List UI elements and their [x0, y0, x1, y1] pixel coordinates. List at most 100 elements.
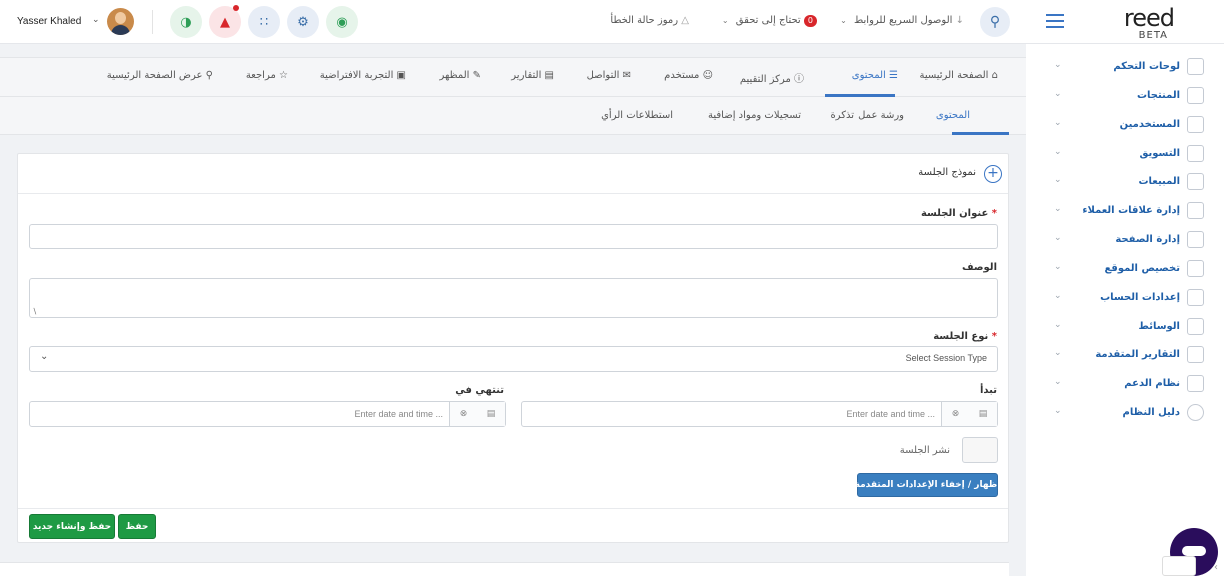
chevron-left-icon[interactable]: ‹ [1214, 562, 1218, 573]
tab-content[interactable]: ☰ المحتوى [852, 70, 898, 81]
widget-logo-icon[interactable] [1162, 556, 1196, 576]
avatar[interactable] [107, 8, 134, 35]
label-text: عنوان الجلسة [920, 208, 989, 219]
description-textarea[interactable]: ∖ [29, 278, 998, 318]
globe-icon[interactable]: ◉ [326, 6, 358, 38]
sidebar-item-label: المبيعات [1138, 176, 1181, 187]
sidebar-item-label: دليل النظام [1122, 407, 1180, 418]
start-datetime-input[interactable]: ▤ ⊗ Enter date and time ... [521, 401, 998, 427]
help-icon [1187, 404, 1204, 421]
box-icon [1187, 87, 1204, 104]
sidebar-item-sales[interactable]: المبيعات ⌄ [1026, 167, 1224, 196]
chevron-down-icon: ⌄ [840, 16, 847, 25]
tab-recordings[interactable]: تسجيلات ومواد إضافية [708, 110, 801, 121]
tab-polls[interactable]: استطلاعات الرأي [601, 110, 673, 121]
tab-view-homepage[interactable]: ⚲ عرض الصفحة الرئيسية [107, 70, 213, 81]
sidebar-item-label: المنتجات [1136, 90, 1180, 101]
chevron-down-icon: ⌄ [1054, 147, 1062, 157]
chevron-down-icon: ⌄ [1054, 175, 1062, 185]
quick-links-dropdown[interactable]: ↓ الوصول السريع للروابط ⌄ [840, 15, 964, 26]
sidebar-item-page-management[interactable]: إدارة الصفحة ⌄ [1026, 225, 1224, 254]
tab-ticket[interactable]: تذكرة [830, 110, 854, 121]
chevron-down-icon: ⌄ [721, 16, 729, 25]
session-title-input[interactable] [29, 224, 998, 249]
star-icon: ☆ [279, 70, 288, 81]
tab-reports[interactable]: ▤ التقارير [511, 70, 554, 81]
tab-label: التجربة الافتراضية [319, 70, 394, 81]
clear-icon[interactable]: ⊗ [449, 402, 477, 426]
tab-content-sub[interactable]: المحتوى [936, 110, 970, 121]
save-button[interactable]: حفظ [118, 514, 156, 539]
help-circle-icon: ⓘ [794, 74, 804, 85]
gear-icon[interactable]: ⚙ [287, 6, 319, 38]
hamburger-menu-icon[interactable] [1046, 14, 1064, 28]
end-datetime-input[interactable]: ▤ ⊗ Enter date and time ... [29, 401, 506, 427]
pin-icon: ↓ [955, 15, 964, 26]
next-section-card [0, 562, 1009, 576]
tab-review[interactable]: ☆ مراجعة [246, 70, 288, 81]
phone-icon [1187, 375, 1204, 392]
sidebar-item-system-guide[interactable]: دليل النظام ⌄ [1026, 398, 1224, 427]
status-icon[interactable]: ◑ [170, 6, 202, 38]
tab-appearance[interactable]: ✎ المظهر [439, 70, 481, 81]
toggle-advanced-settings-button[interactable]: إظهار / إخفاء الإعدادات المتقدمة [855, 473, 1000, 497]
sidebar-item-crm[interactable]: إدارة علاقات العملاء ⌄ [1026, 196, 1224, 225]
sidebar-item-products[interactable]: المنتجات ⌄ [1026, 81, 1224, 110]
required-mark: * [991, 208, 997, 219]
tab-user[interactable]: ☺ مستخدم [664, 70, 713, 81]
sidebar-item-label: إدارة الصفحة [1115, 234, 1180, 245]
tab-evaluation-center[interactable]: ⓘ مركز التقييم [740, 70, 804, 85]
save-and-new-button[interactable]: حفظ وإنشاء جديد [29, 514, 115, 539]
tab-label: مستخدم [664, 70, 700, 81]
sidebar-item-users[interactable]: المستخدمين ⌄ [1026, 110, 1224, 139]
needs-check-count-badge: 0 [803, 15, 817, 27]
sidebar-item-dashboards[interactable]: لوحات التحكم ⌄ [1026, 52, 1224, 81]
sidebar-item-label: التسويق [1139, 148, 1180, 159]
apps-grid-icon[interactable]: ∷ [248, 6, 280, 38]
tab-home[interactable]: ⌂ الصفحة الرئيسية [919, 70, 998, 81]
sidebar-item-label: الوسائط [1138, 321, 1180, 332]
session-type-select[interactable]: Select Session Type ⌄ [29, 346, 998, 372]
sidebar-item-support[interactable]: نظام الدعم ⌄ [1026, 369, 1224, 398]
chevron-down-icon: ⌄ [1054, 89, 1062, 99]
calendar-icon[interactable]: ▤ [477, 402, 505, 426]
marketing-icon [1187, 145, 1204, 162]
session-title-label: * عنوان الجلسة [921, 208, 997, 219]
chevron-down-icon[interactable]: ⌄ [92, 15, 100, 25]
end-date-placeholder: Enter date and time ... [354, 409, 443, 419]
users-icon [1187, 116, 1204, 133]
sidebar-item-marketing[interactable]: التسويق ⌄ [1026, 139, 1224, 168]
sidebar-item-site-customization[interactable]: تخصيص الموقع ⌄ [1026, 254, 1224, 283]
home-icon: ⌂ [991, 70, 998, 81]
required-mark: * [991, 331, 997, 342]
needs-check-dropdown[interactable]: 0 تحتاج إلى تحقق ⌄ [722, 15, 819, 27]
description-label: الوصف [961, 262, 997, 273]
resize-handle-icon[interactable]: ∖ [32, 307, 37, 316]
search-icon[interactable]: ⚲ [980, 7, 1010, 37]
tab-virtual-experience[interactable]: ▣ التجربة الافتراضية [320, 70, 406, 81]
sidebar-item-label: نظام الدعم [1124, 378, 1180, 389]
error-codes-link[interactable]: △ رموز حالة الخطأ [610, 15, 689, 26]
reed-logo[interactable]: reed BETA [1094, 4, 1175, 41]
clear-icon[interactable]: ⊗ [941, 402, 969, 426]
brush-icon [1187, 260, 1204, 277]
crm-icon [1187, 202, 1204, 219]
sidebar-item-label: لوحات التحكم [1113, 61, 1180, 72]
publish-toggle[interactable] [962, 437, 998, 463]
bell-icon[interactable]: ▲ [209, 5, 241, 38]
calendar-icon[interactable]: ▤ [969, 402, 997, 426]
username[interactable]: Yasser Khaled [17, 16, 81, 27]
sidebar-item-advanced-reports[interactable]: التقارير المتقدمة ⌄ [1026, 340, 1224, 369]
label-text: نوع الجلسة [933, 331, 989, 342]
sidebar-item-label: إدارة علاقات العملاء [1082, 205, 1180, 216]
sales-icon [1187, 173, 1204, 190]
chevron-down-icon: ⌄ [1054, 320, 1062, 330]
tab-workshop[interactable]: ورشة عمل [858, 110, 904, 121]
music-icon [1187, 318, 1204, 335]
tab-label: المحتوى [851, 70, 886, 81]
chevron-down-icon: ⌄ [1054, 204, 1062, 214]
sidebar: لوحات التحكم ⌄ المنتجات ⌄ المستخدمين ⌄ التس… [1026, 44, 1224, 576]
tab-communication[interactable]: ✉ التواصل [587, 70, 631, 81]
sidebar-item-media[interactable]: الوسائط ⌄ [1026, 312, 1224, 341]
sidebar-item-account-settings[interactable]: إعدادات الحساب ⌄ [1026, 283, 1224, 312]
